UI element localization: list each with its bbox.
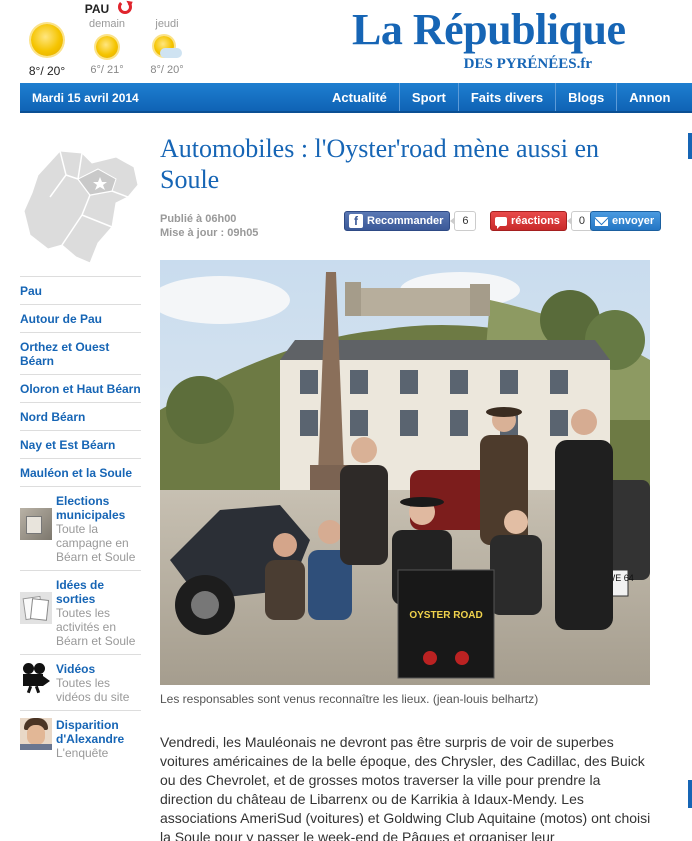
email-label: envoyer [612,215,655,227]
envelope-icon [595,216,608,226]
feature-disparition[interactable]: Disparition d'Alexandre L'enquête [20,710,141,766]
nav-item-annonces[interactable]: Annon [616,83,682,111]
refresh-icon[interactable] [118,0,132,14]
sidebar-item-nay[interactable]: Nay et Est Béarn [20,430,141,458]
sidebar-item-mauleon[interactable]: Mauléon et la Soule [20,458,141,486]
main-navbar: Mardi 15 avril 2014 Actualité Sport Fait… [20,83,692,113]
photo-caption: Les responsables sont venus reconnaître … [160,692,539,706]
nav-date: Mardi 15 avril 2014 [32,91,139,105]
logo-title: La République [352,5,626,54]
article-headline: Automobiles : l'Oyster'road mène aussi e… [160,134,600,194]
weather-day3-temp: 8°/ 20° [150,64,184,76]
feature-videos[interactable]: Vidéos Toutes les vidéos du site [20,654,141,710]
region-map[interactable] [20,145,142,265]
facebook-recommend-button[interactable]: f Recommander [344,211,451,231]
sun-icon [31,24,63,56]
facebook-count: 6 [450,211,477,231]
nav-item-blogs[interactable]: Blogs [555,83,616,111]
facebook-icon: f [349,214,363,228]
feature-title: Vidéos [56,662,96,676]
right-rail-marker [688,133,692,159]
nav-item-faits-divers[interactable]: Faits divers [457,83,555,111]
nav-item-sport[interactable]: Sport [398,83,458,111]
film-camera-icon [20,662,52,694]
updated-time: Mise à jour : 09h05 [160,227,259,239]
email-send-button[interactable]: envoyer [590,211,662,231]
documents-icon [20,592,52,624]
sidebar-item-pau[interactable]: Pau [20,276,141,304]
facebook-share: f Recommander 6 [344,210,477,232]
article-body: Vendredi, les Mauléonais ne devront pas … [160,734,651,841]
weather-day3: jeudi 8°/ 20° [144,18,190,76]
sidebar-item-oloron[interactable]: Oloron et Haut Béarn [20,374,141,402]
logo-subtitle: DES PYRÉNÉES.fr [463,56,592,72]
article-meta: Publié à 06h00 Mise à jour : 09h05 [160,212,258,240]
feature-title: Disparition d'Alexandre [56,718,125,746]
article-photo[interactable]: 6583 WE 64 OYSTER ROAD [160,260,650,685]
feature-sorties[interactable]: Idées de sorties Toutes les activités en… [20,570,141,654]
feature-desc: Toute la campagne en Béarn et Soule [56,522,136,564]
email-share: envoyer [590,210,662,232]
feature-title: Elections municipales [56,494,126,522]
speech-bubble-icon [495,216,507,229]
weather-today: PAU 8°/ 20° [22,2,109,78]
reactions-label: réactions [511,215,560,227]
weather-widget: PAU 8°/ 20° demain 6°/ 21° jeudi 8°/ 20° [0,0,200,82]
poster-title: OYSTER ROAD [409,610,482,621]
sidebar-item-autour-de-pau[interactable]: Autour de Pau [20,304,141,332]
feature-desc: L'enquête [56,746,109,760]
sun-icon [96,36,118,58]
reactions-button[interactable]: réactions [490,211,567,231]
weather-day3-label: jeudi [155,18,179,30]
portrait-icon [20,718,52,750]
right-rail-marker [688,780,692,808]
weather-tomorrow-temp: 6°/ 21° [90,64,124,76]
nav-menu: Actualité Sport Faits divers Blogs Annon [320,83,682,111]
reactions-share: réactions 0 [490,210,593,232]
nav-item-actualite[interactable]: Actualité [320,83,399,111]
weather-tomorrow-label: demain [88,18,126,30]
feature-title: Idées de sorties [56,578,105,606]
ballot-box-icon [20,508,52,540]
facebook-label: Recommander [367,215,444,227]
site-logo[interactable]: La République DES PYRÉNÉES.fr [340,4,692,76]
sun-cloud-icon [152,36,182,58]
published-time: Publié à 06h00 [160,213,237,225]
feature-desc: Toutes les activités en Béarn et Soule [56,606,136,648]
sidebar-item-orthez[interactable]: Orthez et Ouest Béarn [20,332,141,374]
feature-desc: Toutes les vidéos du site [56,676,130,704]
weather-tomorrow: demain 6°/ 21° [84,18,130,76]
sidebar-item-nord-bearn[interactable]: Nord Béarn [20,402,141,430]
weather-today-temp: 8°/ 20° [28,64,66,78]
weather-city: PAU [84,2,110,16]
sidebar-nav: Pau Autour de Pau Orthez et Ouest Béarn … [20,276,141,766]
feature-elections[interactable]: Elections municipales Toute la campagne … [20,486,141,570]
